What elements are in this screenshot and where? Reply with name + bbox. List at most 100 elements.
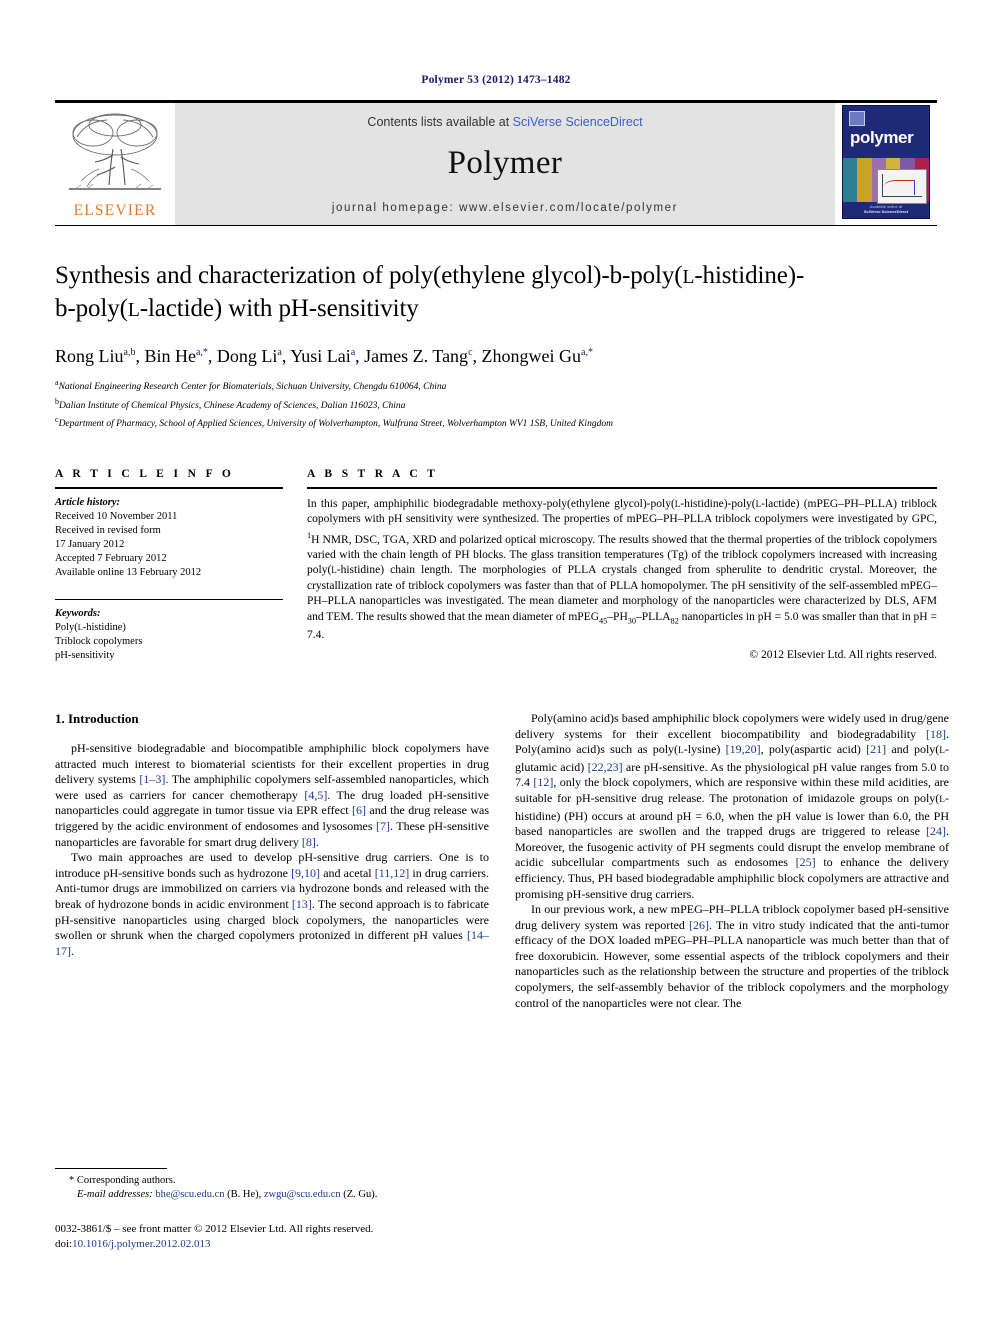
cover-inset-chart [877,169,927,204]
citation-ref[interactable]: [14–17] [55,928,489,958]
issn-copyright-block: 0032-3861/$ – see front matter © 2012 El… [55,1222,555,1251]
affiliation-text: National Engineering Research Center for… [58,382,447,393]
abstract-seg: In this paper, amphiphilic biodegradable… [307,497,675,510]
author-mark: c [468,347,473,358]
paper-page: Polymer 53 (2012) 1473–1482 ELSEVIER Con… [0,0,992,1323]
abstract-subscript: 82 [670,615,679,625]
citation-ref[interactable]: [24] [926,824,946,838]
abstract-subscript: 30 [627,615,637,625]
cover-footer-text: Available online at SciVerse ScienceDirec… [863,204,909,214]
history-item: 17 January 2012 [55,538,125,550]
cover-journal-name: polymer [850,128,914,147]
email-owner-2: (Z. Gu). [343,1189,378,1200]
citation-ref[interactable]: [26] [689,918,709,932]
article-info-heading: A R T I C L E I N F O [55,467,235,480]
author-name: James Z. Tang [364,346,469,366]
email-owner-1: (B. He), [227,1189,262,1200]
doi-line: doi:10.1016/j.polymer.2012.02.013 [55,1237,555,1252]
abstract-seg: -histidine)-poly( [680,497,756,510]
abstract-text: In this paper, amphiphilic biodegradable… [307,489,937,644]
citation-ref[interactable]: [19,20] [726,742,761,756]
author-mark: a,b [123,347,136,358]
citation-ref[interactable]: [1–3] [139,772,165,786]
author-mark: a,* [581,347,593,358]
abstract-seg: –PH [607,610,628,623]
author-name: Zhongwei Gu [481,346,581,366]
body-columns: 1. Introduction pH-sensitive biodegradab… [55,711,949,1011]
journal-masthead: ELSEVIER Contents lists available at Sci… [55,100,937,225]
email-addresses-line: E-mail addresses: bhe@scu.edu.cn (B. He)… [55,1188,489,1202]
paragraph: pH-sensitive biodegradable and biocompat… [55,740,489,849]
title-block: Synthesis and characterization of poly(e… [55,260,937,432]
affiliation-item: bDalian Institute of Chemical Physics, C… [55,395,937,414]
affiliation-text: Dalian Institute of Chemical Physics, Ch… [59,400,406,411]
paragraph: Two main approaches are used to develop … [55,850,490,958]
contents-available-line: Contents lists available at SciVerse Sci… [367,115,642,129]
contents-prefix: Contents lists available at [367,115,513,129]
citation-ref[interactable]: [18] [926,727,946,741]
affiliation-item: cDepartment of Pharmacy, School of Appli… [55,413,937,432]
author-name: Rong Liu [55,346,124,366]
masthead-bottom-rule [55,225,937,226]
running-head: Polymer 53 (2012) 1473–1482 [421,74,571,86]
author-mark: a [350,347,356,358]
keyword-item: Triblock copolymers [55,635,143,647]
elsevier-tree-icon [69,113,161,190]
keywords-label: Keywords: [55,607,101,619]
journal-title: Polymer [447,145,563,181]
keyword-item: pH-sensitivity [55,649,115,661]
email-link-bhe[interactable]: bhe@scu.edu.cn [155,1189,224,1200]
citation-ref[interactable]: [8] [302,835,316,849]
citation-ref[interactable]: [7] [376,819,390,833]
citation-ref[interactable]: [22,23] [588,760,623,774]
affiliation-item: aNational Engineering Research Center fo… [55,376,937,395]
info-abstract-region: A R T I C L E I N F O Article history: R… [55,468,937,663]
citation-ref[interactable]: [25] [796,855,816,869]
masthead-center-panel: Contents lists available at SciVerse Sci… [175,103,835,225]
paper-title: Synthesis and characterization of poly(e… [55,262,805,322]
history-item: Received 10 November 2011 [55,510,178,522]
citation-ref[interactable]: [6] [352,803,366,817]
author-list: Rong Liua,b, Bin Hea,*, Dong Lia, Yusi L… [55,346,593,366]
paragraph: Poly(amino acid)s based amphiphilic bloc… [515,710,950,901]
citation-ref[interactable]: [13] [292,897,312,911]
abstract-copyright: © 2012 Elsevier Ltd. All rights reserved… [749,648,937,661]
article-history-block: Article history: Received 10 November 20… [55,489,283,580]
abstract-seg: –PLLA [636,610,671,623]
citation-ref[interactable]: [21] [866,742,886,756]
author-name: Dong Li [216,346,278,366]
author-name: Yusi Lai [290,346,351,366]
cover-badge-icon [849,111,865,126]
journal-cover-thumbnail: polymer Available online at SciVerse Scie… [835,103,937,225]
issn-line: 0032-3861/$ – see front matter © 2012 El… [55,1223,374,1235]
cover-image: polymer Available online at SciVerse Scie… [842,105,930,219]
doi-label: doi: [55,1237,73,1250]
corresponding-author-footnote: * Corresponding authors. E-mail addresse… [55,1168,489,1202]
author-name: Bin He [144,346,196,366]
citation-ref[interactable]: [9,10] [291,866,320,880]
affiliation-list: aNational Engineering Research Center fo… [55,376,937,432]
author-mark: a,* [195,347,208,358]
history-item: Accepted 7 February 2012 [55,552,167,564]
doi-value[interactable]: 10.1016/j.polymer.2012.02.013 [72,1238,210,1250]
keywords-block: Keywords: Poly(L-histidine) Triblock cop… [55,592,283,663]
journal-homepage-link[interactable]: journal homepage: www.elsevier.com/locat… [332,202,678,214]
email-link-zwgu[interactable]: zwgu@scu.edu.cn [264,1189,341,1200]
citation-ref[interactable]: [11,12] [375,866,410,880]
citation-ref[interactable]: [4,5] [304,788,327,802]
affiliation-text: Department of Pharmacy, School of Applie… [58,419,613,430]
paragraph: In our previous work, a new mPEG–PH–PLLA… [515,902,949,1010]
author-mark: a [277,347,282,358]
body-column-right: Poly(amino acid)s based amphiphilic bloc… [515,711,949,1011]
body-column-left: 1. Introduction pH-sensitive biodegradab… [55,711,489,1011]
keyword-item: Poly(L-histidine) [55,621,126,633]
elsevier-wordmark: ELSEVIER [73,202,157,219]
citation-ref[interactable]: [12] [533,775,553,789]
email-label: E-mail addresses: [77,1189,153,1200]
abstract-column: A B S T R A C T In this paper, amphiphil… [307,468,937,663]
history-item: Received in revised form [55,524,161,536]
sciencedirect-link[interactable]: SciVerse ScienceDirect [513,115,643,129]
elsevier-logo: ELSEVIER [55,103,175,225]
corresponding-authors-note: * Corresponding authors. [69,1175,176,1186]
abstract-heading: A B S T R A C T [307,467,439,480]
